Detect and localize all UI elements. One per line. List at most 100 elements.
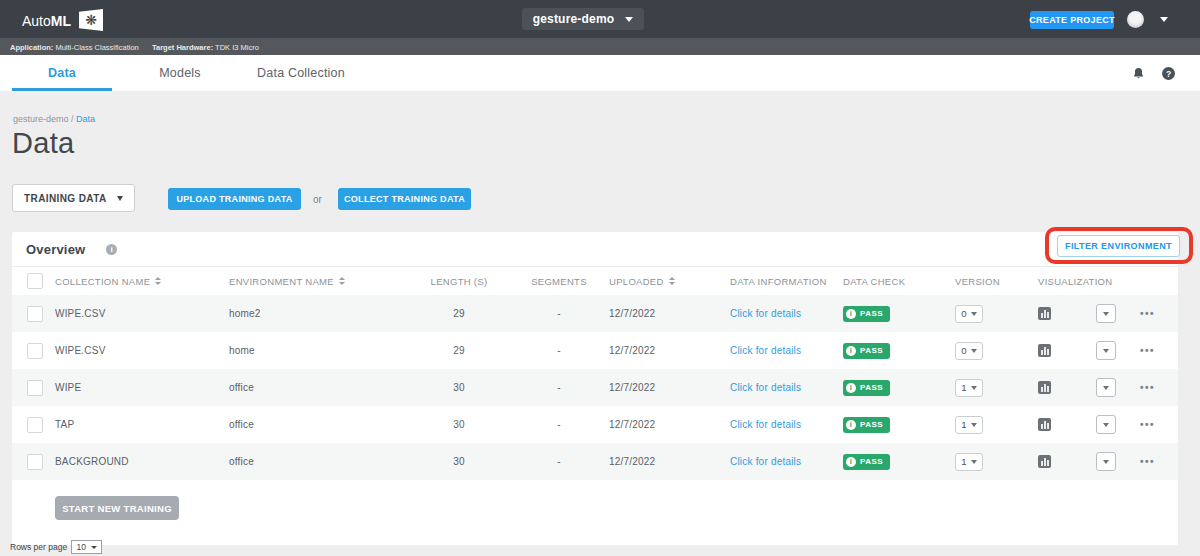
version-select[interactable]: 1	[955, 416, 983, 434]
click-for-details-link[interactable]: Click for details	[730, 456, 801, 467]
uploaded-cell: 12/7/2022	[609, 308, 730, 319]
row-checkbox[interactable]	[27, 454, 43, 470]
column-header-label: COLLECTION NAME	[55, 276, 150, 287]
environment-name-cell: office	[229, 419, 409, 430]
hardware-label: Target Hardware:	[152, 43, 213, 52]
expand-visualization-button[interactable]	[1096, 452, 1116, 471]
click-for-details-link[interactable]: Click for details	[730, 308, 801, 319]
version-select[interactable]: 0	[955, 342, 983, 360]
chart-icon[interactable]	[1038, 344, 1051, 357]
row-checkbox[interactable]	[27, 417, 43, 433]
info-icon: i	[846, 309, 856, 319]
upload-training-data-button[interactable]: UPLOAD TRAINING DATA	[168, 188, 301, 210]
row-menu-button[interactable]: •••	[1140, 419, 1155, 430]
row-menu-button[interactable]: •••	[1140, 382, 1155, 393]
chart-icon[interactable]	[1038, 455, 1051, 468]
tab-data[interactable]: Data	[12, 55, 112, 91]
column-header-label: DATA INFORMATION	[730, 276, 827, 287]
expand-visualization-button[interactable]	[1096, 304, 1116, 323]
breadcrumb-separator: /	[69, 114, 77, 124]
sort-icon[interactable]	[155, 277, 161, 285]
expand-visualization-button[interactable]	[1096, 415, 1116, 434]
expand-visualization-button[interactable]	[1096, 341, 1116, 360]
chevron-down-icon	[625, 17, 633, 22]
column-header: ENVIRONMENT NAME	[229, 276, 409, 287]
length-cell: 29	[409, 308, 509, 319]
collect-training-data-button[interactable]: COLLECT TRAINING DATA	[338, 188, 471, 210]
chevron-down-icon	[971, 460, 977, 464]
breadcrumb-project[interactable]: gesture-demo	[13, 114, 69, 124]
sort-icon[interactable]	[339, 277, 345, 285]
help-icon[interactable]: ?	[1162, 67, 1175, 80]
application-label: Application:	[10, 43, 53, 52]
table-body: WIPE.CSV home2 29 - 12/7/2022 Click for …	[12, 295, 1178, 480]
create-project-button[interactable]: CREATE PROJECT	[1030, 11, 1114, 29]
sort-icon[interactable]	[669, 277, 675, 285]
column-header: VISUALIZATION	[1038, 276, 1178, 287]
project-selector[interactable]: gesture-demo	[522, 8, 644, 30]
row-checkbox[interactable]	[27, 343, 43, 359]
click-for-details-link[interactable]: Click for details	[730, 345, 801, 356]
visualization-cell: •••	[1038, 452, 1178, 471]
chart-icon[interactable]	[1038, 418, 1051, 431]
tab-data-collection[interactable]: Data Collection	[248, 55, 354, 91]
table-row: BACKGROUND office 30 - 12/7/2022 Click f…	[12, 443, 1178, 480]
page-title: Data	[12, 127, 74, 160]
rows-per-page-label: Rows per page	[10, 542, 67, 552]
column-header-label: UPLOADED	[609, 276, 664, 287]
row-menu-button[interactable]: •••	[1140, 345, 1155, 356]
visualization-cell: •••	[1038, 378, 1178, 397]
chevron-down-icon	[971, 312, 977, 316]
collection-name-cell: WIPE	[55, 382, 229, 393]
length-cell: 29	[409, 345, 509, 356]
version-select[interactable]: 0	[955, 305, 983, 323]
main-nav: Data Models Data Collection ?	[0, 55, 1200, 91]
version-select[interactable]: 1	[955, 379, 983, 397]
rows-per-page-select[interactable]: 10	[71, 540, 102, 554]
column-header: SEGMENTS	[509, 276, 609, 287]
user-menu-caret-icon[interactable]	[1160, 17, 1168, 22]
column-header: VERSION	[955, 276, 1038, 287]
chart-icon[interactable]	[1038, 381, 1051, 394]
data-check-badge[interactable]: iPASS	[843, 306, 890, 322]
row-menu-button[interactable]: •••	[1140, 308, 1155, 319]
column-header-label: ENVIRONMENT NAME	[229, 276, 334, 287]
filter-environment-button[interactable]: FILTER ENVIRONMENT	[1057, 235, 1180, 257]
select-all-checkbox[interactable]	[27, 273, 43, 289]
segments-cell: -	[509, 308, 609, 319]
expand-visualization-button[interactable]	[1096, 378, 1116, 397]
column-header-label: VISUALIZATION	[1038, 276, 1112, 287]
chart-icon[interactable]	[1038, 307, 1051, 320]
start-new-training-button[interactable]: START NEW TRAINING	[55, 496, 179, 520]
chevron-down-icon	[971, 423, 977, 427]
version-select[interactable]: 1	[955, 453, 983, 471]
visualization-cell: •••	[1038, 304, 1178, 323]
data-check-badge[interactable]: iPASS	[843, 454, 890, 470]
bell-icon[interactable]	[1132, 67, 1145, 80]
or-text: or	[313, 194, 322, 205]
row-checkbox[interactable]	[27, 306, 43, 322]
column-header-label: LENGTH (S)	[431, 276, 488, 287]
snowflake-logo-icon: ❋	[79, 9, 103, 31]
click-for-details-link[interactable]: Click for details	[730, 419, 801, 430]
avatar[interactable]	[1127, 11, 1144, 28]
data-check-badge[interactable]: iPASS	[843, 380, 890, 396]
rows-per-page-value: 10	[76, 542, 85, 552]
uploaded-cell: 12/7/2022	[609, 382, 730, 393]
length-cell: 30	[409, 419, 509, 430]
column-header-label: VERSION	[955, 276, 1000, 287]
collection-name-cell: TAP	[55, 419, 229, 430]
click-for-details-link[interactable]: Click for details	[730, 382, 801, 393]
tab-models[interactable]: Models	[140, 55, 220, 91]
column-header: LENGTH (S)	[409, 276, 509, 287]
segments-cell: -	[509, 382, 609, 393]
info-icon[interactable]: i	[106, 244, 117, 255]
data-check-badge[interactable]: iPASS	[843, 417, 890, 433]
environment-name-cell: home2	[229, 308, 409, 319]
row-checkbox[interactable]	[27, 380, 43, 396]
row-menu-button[interactable]: •••	[1140, 456, 1155, 467]
data-check-badge[interactable]: iPASS	[843, 343, 890, 359]
training-data-selector[interactable]: TRAINING DATA	[12, 184, 135, 212]
table-header: COLLECTION NAME ENVIRONMENT NAME LENGTH (S…	[12, 267, 1178, 295]
visualization-cell: •••	[1038, 341, 1178, 360]
